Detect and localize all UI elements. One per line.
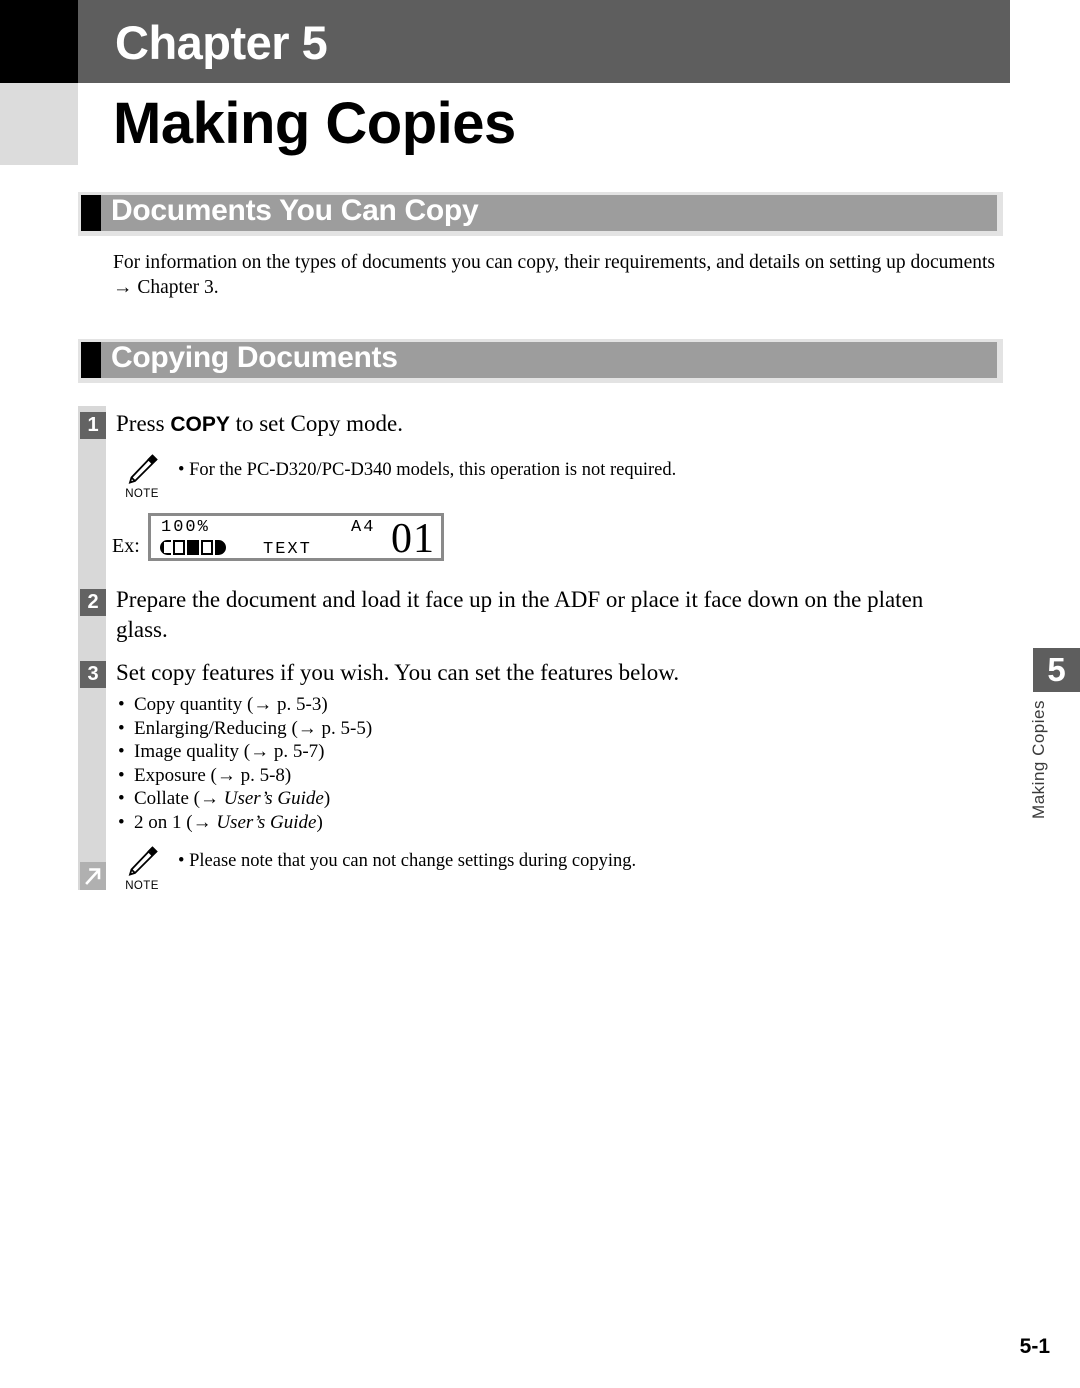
- bullet-dot: •: [118, 741, 125, 763]
- bullet-label: Copy quantity: [134, 694, 243, 715]
- bullet-dot: •: [118, 764, 125, 786]
- bullet-dot: •: [118, 788, 125, 810]
- footer-page-number: 5-1: [1019, 1335, 1050, 1358]
- list-item: • Collate (→ User’s Guide): [118, 787, 372, 811]
- intro-paragraph-line2: → Chapter 3.: [113, 277, 219, 298]
- section-heading-text: Documents You Can Copy: [111, 194, 479, 227]
- density-block-filled: [187, 540, 199, 555]
- density-block-open-1: [173, 540, 185, 555]
- diagonal-arrow-icon: [85, 868, 101, 885]
- step-text-3: Set copy features if you wish. You can s…: [116, 660, 680, 685]
- density-cap-left: [160, 540, 171, 555]
- page-title: Making Copies: [113, 91, 516, 156]
- list-item: • Image quality (→ p. 5-7): [118, 740, 372, 764]
- bullet-label: Exposure: [134, 764, 206, 786]
- bullet-ref-suffix: ): [316, 811, 323, 833]
- note-icon-1: NOTE: [116, 451, 168, 500]
- step-marker-1: 1: [80, 412, 106, 439]
- list-item: • Enlarging/Reducing (→ p. 5-5): [118, 717, 372, 741]
- example-label: Ex:: [112, 535, 140, 557]
- list-item: • Exposure (→ p. 5-8): [118, 764, 372, 788]
- bullet-ref: (→ p. 5-5): [291, 717, 373, 739]
- header-black-block: [0, 0, 78, 83]
- pencil-tip-dot: [150, 456, 156, 462]
- pencil-icon: [128, 454, 158, 484]
- note-text-2: • Please note that you can not change se…: [178, 851, 637, 871]
- bullet-dot: •: [118, 717, 125, 739]
- bullet-ref-prefix: (→: [186, 811, 217, 833]
- intro-paragraph: For information on the types of document…: [113, 250, 1003, 300]
- step-text-2: Prepare the document and load it face up…: [116, 587, 924, 642]
- section-heading-copying-documents: Copying Documents: [78, 339, 1003, 383]
- step-marker-3: 3: [80, 661, 106, 688]
- bullet-label: Collate: [134, 788, 189, 810]
- header-gray-block: [0, 83, 78, 165]
- list-item: • Copy quantity (→ p. 5-3): [118, 693, 372, 717]
- copy-key-label: COPY: [170, 413, 230, 436]
- step-1-text-before: Press: [116, 411, 171, 436]
- bullet-dot: •: [118, 694, 125, 715]
- list-item: • 2 on 1 (→ User’s Guide): [118, 811, 372, 835]
- pencil-tip-dot: [150, 848, 156, 854]
- bullet-label: Enlarging/Reducing: [134, 717, 287, 739]
- bullet-ref-suffix: ): [323, 788, 331, 810]
- bullet-ref: (→ p. 5-3): [246, 694, 328, 715]
- bullet-ref-italic: User’s Guide: [216, 811, 317, 833]
- bullet-ref: (→ p. 5-7): [243, 741, 325, 763]
- note-text-1: • For the PC-D320/PC-D340 models, this o…: [178, 460, 677, 480]
- bullet-ref-italic: User’s Guide: [223, 788, 324, 810]
- density-block-open-2: [201, 540, 213, 555]
- note-label-1: NOTE: [125, 488, 159, 500]
- side-tab-number: 5: [1033, 648, 1080, 692]
- lcd-density-scale: [160, 540, 226, 555]
- note-icon-2: NOTE: [116, 843, 168, 892]
- intro-paragraph-line1: For information on the types of document…: [113, 252, 996, 273]
- section-heading-text: Copying Documents: [111, 341, 398, 374]
- section-heading-documents-you-can-copy: Documents You Can Copy: [78, 192, 1003, 236]
- lcd-copy-count: 01: [391, 516, 435, 562]
- note-label-2: NOTE: [125, 880, 159, 892]
- density-cap-right: [215, 540, 226, 555]
- section-marker-square: [81, 195, 101, 231]
- bullet-dot: •: [118, 811, 125, 833]
- pencil-icon: [128, 846, 158, 876]
- section-marker-square: [81, 342, 101, 378]
- bullet-label: 2 on 1: [134, 811, 182, 833]
- chapter-label: Chapter 5: [115, 16, 328, 69]
- step-text-1: Press COPY to set Copy mode.: [116, 409, 976, 440]
- bullet-ref: (→ p. 5-8): [210, 764, 292, 786]
- left-margin-strip: [78, 406, 106, 890]
- step-1-text-after: to set Copy mode.: [229, 411, 403, 436]
- step-marker-2: 2: [80, 589, 106, 616]
- jump-arrow-box: [80, 862, 106, 890]
- feature-bullet-list: • Copy quantity (→ p. 5-3) • Enlarging/Red…: [118, 693, 372, 835]
- bullet-label: Image quality: [134, 741, 239, 763]
- bullet-ref-prefix: (→: [193, 788, 224, 810]
- lcd-display-panel: 100% A4 TEXT 01: [148, 513, 444, 561]
- side-tab-label: Making Copies: [1029, 700, 1048, 819]
